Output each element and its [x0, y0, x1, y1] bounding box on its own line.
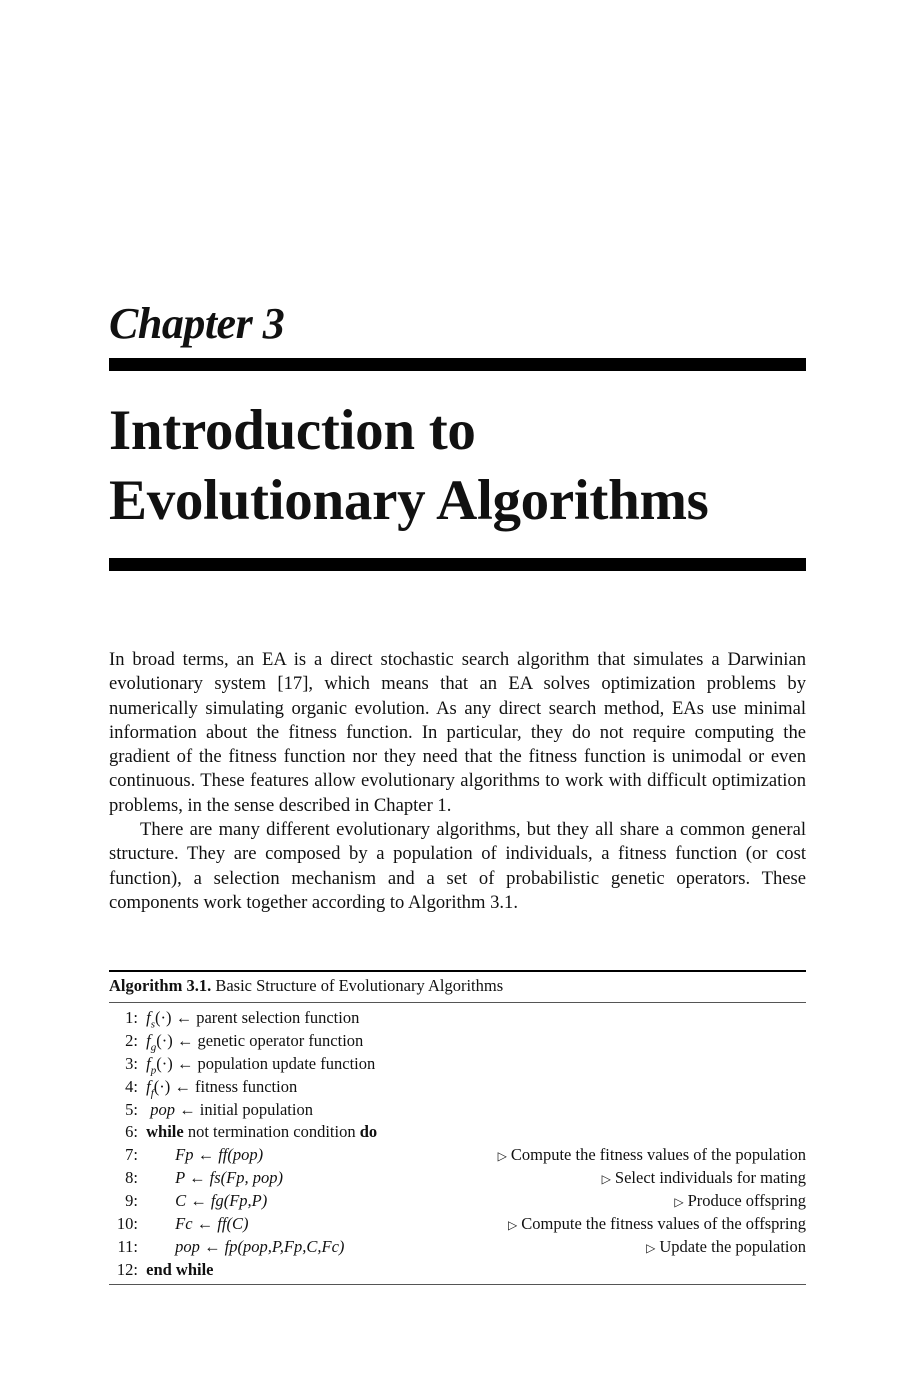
comment-triangle-icon: ▷ [508, 1218, 518, 1233]
comment-triangle-icon: ▷ [674, 1195, 684, 1210]
line-number: 2: [125, 1030, 138, 1050]
keyword: while [146, 1122, 184, 1142]
chapter-title: Introduction to Evolutionary Algorithms [109, 396, 709, 536]
line-text: not termination condition [187, 1122, 356, 1142]
comment-text: Compute the fitness values of the offspr… [521, 1214, 806, 1234]
algorithm-line: 6: while not termination condition do [109, 1121, 806, 1144]
line-code: while not termination condition do [146, 1121, 377, 1144]
line-number: 9: [125, 1191, 138, 1211]
line-number: 3: [125, 1053, 138, 1073]
algorithm-line: 3: fp(·) ← population update function [109, 1053, 806, 1076]
chapter-rule-top [109, 358, 806, 371]
line-code: Fp ← ff(pop) [175, 1145, 264, 1165]
chapter-title-line: Evolutionary Algorithms [109, 469, 709, 532]
line-code: end while [146, 1259, 213, 1282]
comment-text: Produce offspring [687, 1191, 806, 1211]
assign-arrow: ← [174, 1076, 191, 1096]
chapter-label: Chapter 3 [109, 299, 285, 348]
body-text: In broad terms, an EA is a direct stocha… [109, 648, 806, 915]
keyword: end while [146, 1259, 214, 1279]
line-math: pop [150, 1099, 175, 1119]
line-comment: ▷ Compute the fitness values of the offsp… [508, 1213, 806, 1237]
algorithm-line: 12: end while [109, 1259, 806, 1282]
algorithm-line: 2: fg(·) ← genetic operator function [109, 1030, 806, 1053]
algorithm-line: 11: pop ← fp(pop,P,Fp,C,Fc) ▷ Update the … [109, 1236, 806, 1259]
assign-arrow: ← [179, 1099, 196, 1119]
comment-text: Select individuals for mating [614, 1168, 806, 1188]
paragraph: There are many different evolutionary al… [109, 819, 806, 913]
line-text: population update function [197, 1053, 376, 1073]
comment-triangle-icon: ▷ [497, 1149, 507, 1164]
algorithm-line: 9: C ← fg(Fp,P) ▷ Produce offspring [109, 1190, 806, 1213]
line-number: 4: [125, 1076, 138, 1096]
line-comment: ▷ Update the population [646, 1236, 806, 1260]
line-code: P ← fs(Fp, pop) [175, 1168, 283, 1188]
line-comment: ▷ Compute the fitness values of the popul… [498, 1144, 806, 1168]
line-code: pop ← fp(pop,P,Fp,C,Fc) [175, 1236, 345, 1256]
line-number: 7: [125, 1145, 138, 1165]
comment-text: Compute the fitness values of the popula… [510, 1145, 806, 1165]
assign-arrow: ← [176, 1053, 194, 1073]
keyword: do [359, 1122, 378, 1142]
line-comment: ▷ Select individuals for mating [602, 1167, 806, 1191]
algorithm-line: 10: Fc ← ff(C) ▷ Compute the fitness valu… [109, 1213, 806, 1236]
line-code: pop ← initial population [146, 1099, 313, 1122]
comment-triangle-icon: ▷ [601, 1172, 611, 1187]
algorithm-line: 5: pop ← initial population [109, 1099, 806, 1122]
algorithm-bottom-rule [109, 1283, 806, 1285]
algorithm-box: Algorithm 3.1. Basic Structure of Evolut… [109, 970, 806, 1285]
line-number: 6: [125, 1122, 138, 1142]
chapter-title-line: Introduction to [109, 399, 476, 462]
line-number: 8: [125, 1168, 138, 1188]
algorithm-caption-text: Basic Structure of Evolutionary Algorith… [215, 976, 504, 995]
algorithm-line: 7: Fp ← ff(pop) ▷ Compute the fitness val… [109, 1144, 806, 1167]
line-text: parent selection function [196, 1008, 360, 1027]
line-number: 1: [125, 1008, 138, 1027]
line-number: 5: [125, 1099, 138, 1119]
chapter-rule-bottom [109, 558, 806, 571]
line-text: initial population [199, 1099, 313, 1119]
algorithm-lines: 1: fs(·) ← parent selection function 2: … [109, 1003, 806, 1282]
paragraph: In broad terms, an EA is a direct stocha… [109, 649, 806, 816]
line-text: fitness function [195, 1076, 298, 1096]
algorithm-line: 1: fs(·) ← parent selection function [109, 1007, 806, 1030]
line-number: 10: [116, 1214, 138, 1234]
line-number: 11: [117, 1236, 138, 1256]
line-text: genetic operator function [197, 1030, 364, 1050]
algorithm-caption-label: Algorithm 3.1. [109, 976, 212, 995]
algorithm-line: 4: ff(·) ← fitness function [109, 1076, 806, 1099]
comment-text: Update the population [659, 1236, 806, 1256]
algorithm-line: 8: P ← fs(Fp, pop) ▷ Select individuals f… [109, 1167, 806, 1190]
line-number: 12: [116, 1259, 138, 1279]
line-code: C ← fg(Fp,P) [175, 1191, 268, 1211]
assign-arrow: ← [175, 1008, 193, 1027]
line-comment: ▷ Produce offspring [674, 1190, 806, 1214]
algorithm-caption: Algorithm 3.1. Basic Structure of Evolut… [109, 972, 806, 1002]
comment-triangle-icon: ▷ [646, 1240, 656, 1255]
line-code: Fc ← ff(C) [175, 1214, 249, 1234]
assign-arrow: ← [176, 1030, 194, 1050]
